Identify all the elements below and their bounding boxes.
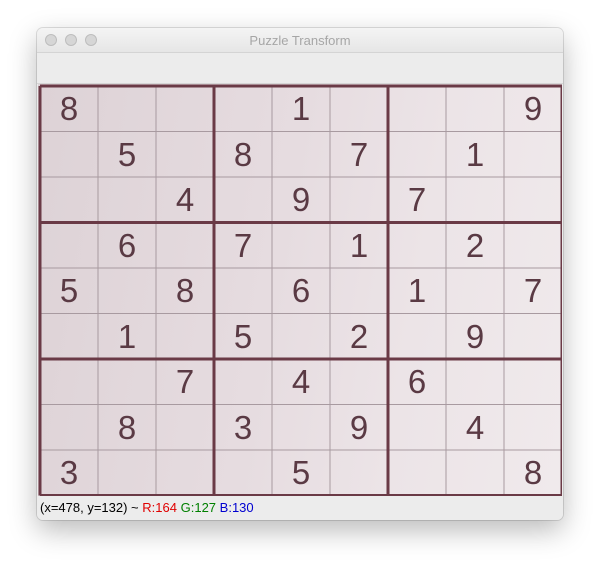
sudoku-cell: 1: [349, 226, 369, 264]
sudoku-cell: 9: [465, 317, 485, 355]
sudoku-cell: [214, 177, 272, 223]
sudoku-cell: [40, 405, 98, 451]
sudoku-cell: [330, 268, 388, 314]
sudoku-cell: [98, 450, 156, 496]
toolbar: [37, 53, 563, 84]
sudoku-cell: [156, 86, 214, 132]
sudoku-cell: [330, 359, 388, 405]
sudoku-cell: 1: [117, 317, 137, 355]
sudoku-cell: [388, 132, 446, 178]
sudoku-cell: 4: [291, 363, 311, 400]
sudoku-cell: 7: [175, 363, 195, 400]
sudoku-cell: [388, 314, 446, 360]
sudoku-cell: [272, 405, 330, 451]
sudoku-cell: [272, 132, 330, 178]
title-bar: Puzzle Transform: [37, 28, 563, 53]
cursor-coords: (x=478, y=132) ~: [40, 500, 139, 515]
sudoku-cell: 5: [291, 454, 311, 491]
sudoku-cell: [388, 450, 446, 496]
sudoku-cell: [388, 86, 446, 132]
sudoku-cell: [504, 223, 562, 269]
sudoku-cell: 4: [175, 181, 195, 218]
sudoku-cell: [156, 314, 214, 360]
sudoku-cell: 6: [407, 363, 427, 400]
sudoku-cell: 7: [523, 272, 543, 309]
sudoku-cell: 9: [349, 408, 369, 446]
sudoku-cell: [40, 177, 98, 223]
sudoku-cell: [504, 314, 562, 360]
sudoku-cell: [98, 86, 156, 132]
sudoku-cell: [330, 86, 388, 132]
sudoku-cell: [40, 359, 98, 405]
sudoku-cell: [272, 223, 330, 269]
sudoku-cell: [156, 132, 214, 178]
sudoku-cell: [40, 314, 98, 360]
sudoku-cell: 7: [407, 181, 427, 218]
sudoku-cell: 9: [291, 181, 311, 218]
sudoku-cell: [330, 450, 388, 496]
sudoku-cell: [446, 359, 504, 405]
window-title: Puzzle Transform: [249, 33, 351, 48]
sudoku-cell: [446, 268, 504, 314]
sudoku-cell: 9: [523, 90, 543, 127]
sudoku-cell: 8: [59, 90, 79, 127]
red-value: R:164: [142, 500, 177, 515]
pixel-readout: (x=478, y=132) ~ R:164 G:127 B:130: [40, 496, 254, 520]
sudoku-cell: 1: [407, 272, 427, 309]
sudoku-cell: [504, 132, 562, 178]
sudoku-cell: [214, 359, 272, 405]
sudoku-cell: 8: [117, 408, 137, 446]
sudoku-cell: 5: [117, 135, 137, 173]
sudoku-cell: 7: [349, 135, 369, 173]
sudoku-cell: [446, 177, 504, 223]
status-bar: (x=478, y=132) ~ R:164 G:127 B:130: [37, 496, 563, 520]
sudoku-cell: [98, 268, 156, 314]
sudoku-cell: [388, 223, 446, 269]
sudoku-cell: [214, 86, 272, 132]
sudoku-cell: [214, 450, 272, 496]
sudoku-cell: 3: [59, 454, 79, 491]
sudoku-cell: 8: [523, 454, 543, 491]
sudoku-cell: [446, 86, 504, 132]
sudoku-cell: [98, 359, 156, 405]
sudoku-cell: 5: [233, 317, 253, 355]
sudoku-cell: [504, 359, 562, 405]
sudoku-cell: [156, 405, 214, 451]
sudoku-cell: 6: [117, 226, 137, 264]
sudoku-cell: 8: [233, 135, 253, 173]
sudoku-cell: 1: [465, 135, 485, 173]
sudoku-cell: [504, 177, 562, 223]
sudoku-cell: [98, 177, 156, 223]
sudoku-cell: 7: [233, 226, 253, 264]
sudoku-cell: 5: [59, 272, 79, 309]
sudoku-cell: [272, 314, 330, 360]
image-view[interactable]: 8 1 9 5 8 7 1 4 9 7 6 7 1 2 5 8 6 1 7 1 5 2 9 7 4 6 8 3 9 4 3 5 8: [38, 84, 562, 496]
sudoku-cell: [446, 450, 504, 496]
green-value: G:127: [180, 500, 217, 515]
sudoku-cell: [388, 405, 446, 451]
sudoku-cell: [214, 268, 272, 314]
blue-value: B:130: [219, 500, 254, 515]
sudoku-cell: [156, 450, 214, 496]
sudoku-cell: [40, 132, 98, 178]
sudoku-cell: 4: [465, 408, 485, 446]
sudoku-cell: [40, 223, 98, 269]
app-window: Puzzle Transform 8 1 9 5 8 7 1 4 9 7 6 7 1 2 5 8 6 1 7 1 5 2 9…: [37, 28, 563, 520]
sudoku-cell: [330, 177, 388, 223]
sudoku-cell: 6: [291, 272, 311, 309]
sudoku-cell: 2: [349, 317, 369, 355]
sudoku-cell: 2: [465, 226, 485, 264]
sudoku-cell: [156, 223, 214, 269]
sudoku-cell: 8: [175, 272, 195, 309]
sudoku-cell: 3: [233, 408, 253, 446]
sudoku-cell: [504, 405, 562, 451]
sudoku-cell: 1: [291, 90, 311, 127]
